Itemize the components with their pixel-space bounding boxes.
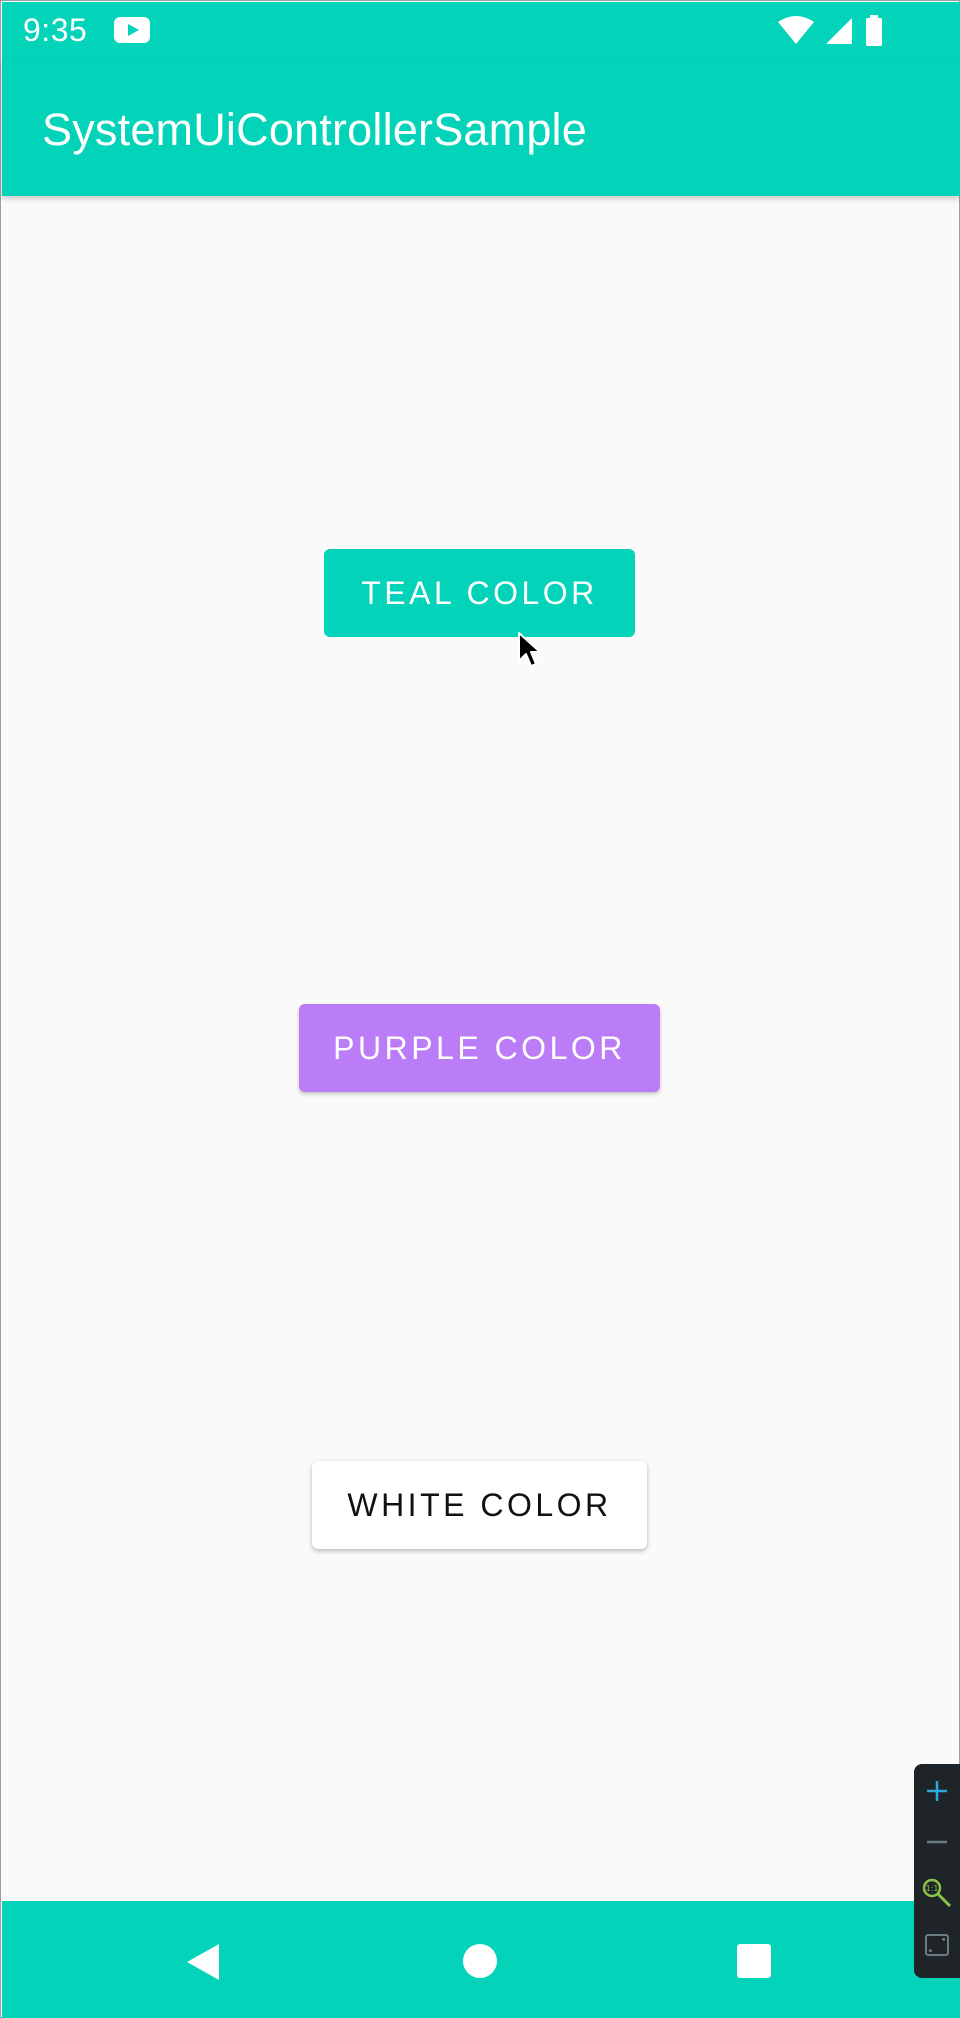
status-bar: 9:35 [2,2,960,60]
white-color-button[interactable]: WHITE COLOR [312,1461,647,1549]
youtube-icon [114,17,150,43]
purple-color-button[interactable]: PURPLE COLOR [299,1004,660,1092]
mouse-pointer-icon [518,632,541,667]
back-icon[interactable] [185,1942,221,1982]
device-screen: 9:35 SystemUiControllerSample TEAL COLOR… [0,0,960,2018]
battery-icon [866,15,882,46]
app-bar: SystemUiControllerSample [2,60,960,196]
home-icon[interactable] [463,1944,497,1978]
wifi-icon [778,16,814,44]
app-title: SystemUiControllerSample [42,104,587,155]
zoom-in-icon[interactable] [914,1768,960,1814]
teal-color-button[interactable]: TEAL COLOR [324,549,635,637]
fit-to-screen-icon[interactable] [914,1922,960,1968]
status-icons [778,15,882,46]
zoom-actual-size-icon[interactable]: 1:1 [914,1870,960,1916]
zoom-out-icon[interactable] [914,1819,960,1865]
recents-icon[interactable] [737,1944,771,1978]
signal-icon [826,18,852,44]
status-time: 9:35 [23,12,88,48]
svg-text:1:1: 1:1 [926,1884,939,1893]
emulator-zoom-panel: 1:1 [914,1764,960,1978]
navigation-bar [2,1901,960,2018]
